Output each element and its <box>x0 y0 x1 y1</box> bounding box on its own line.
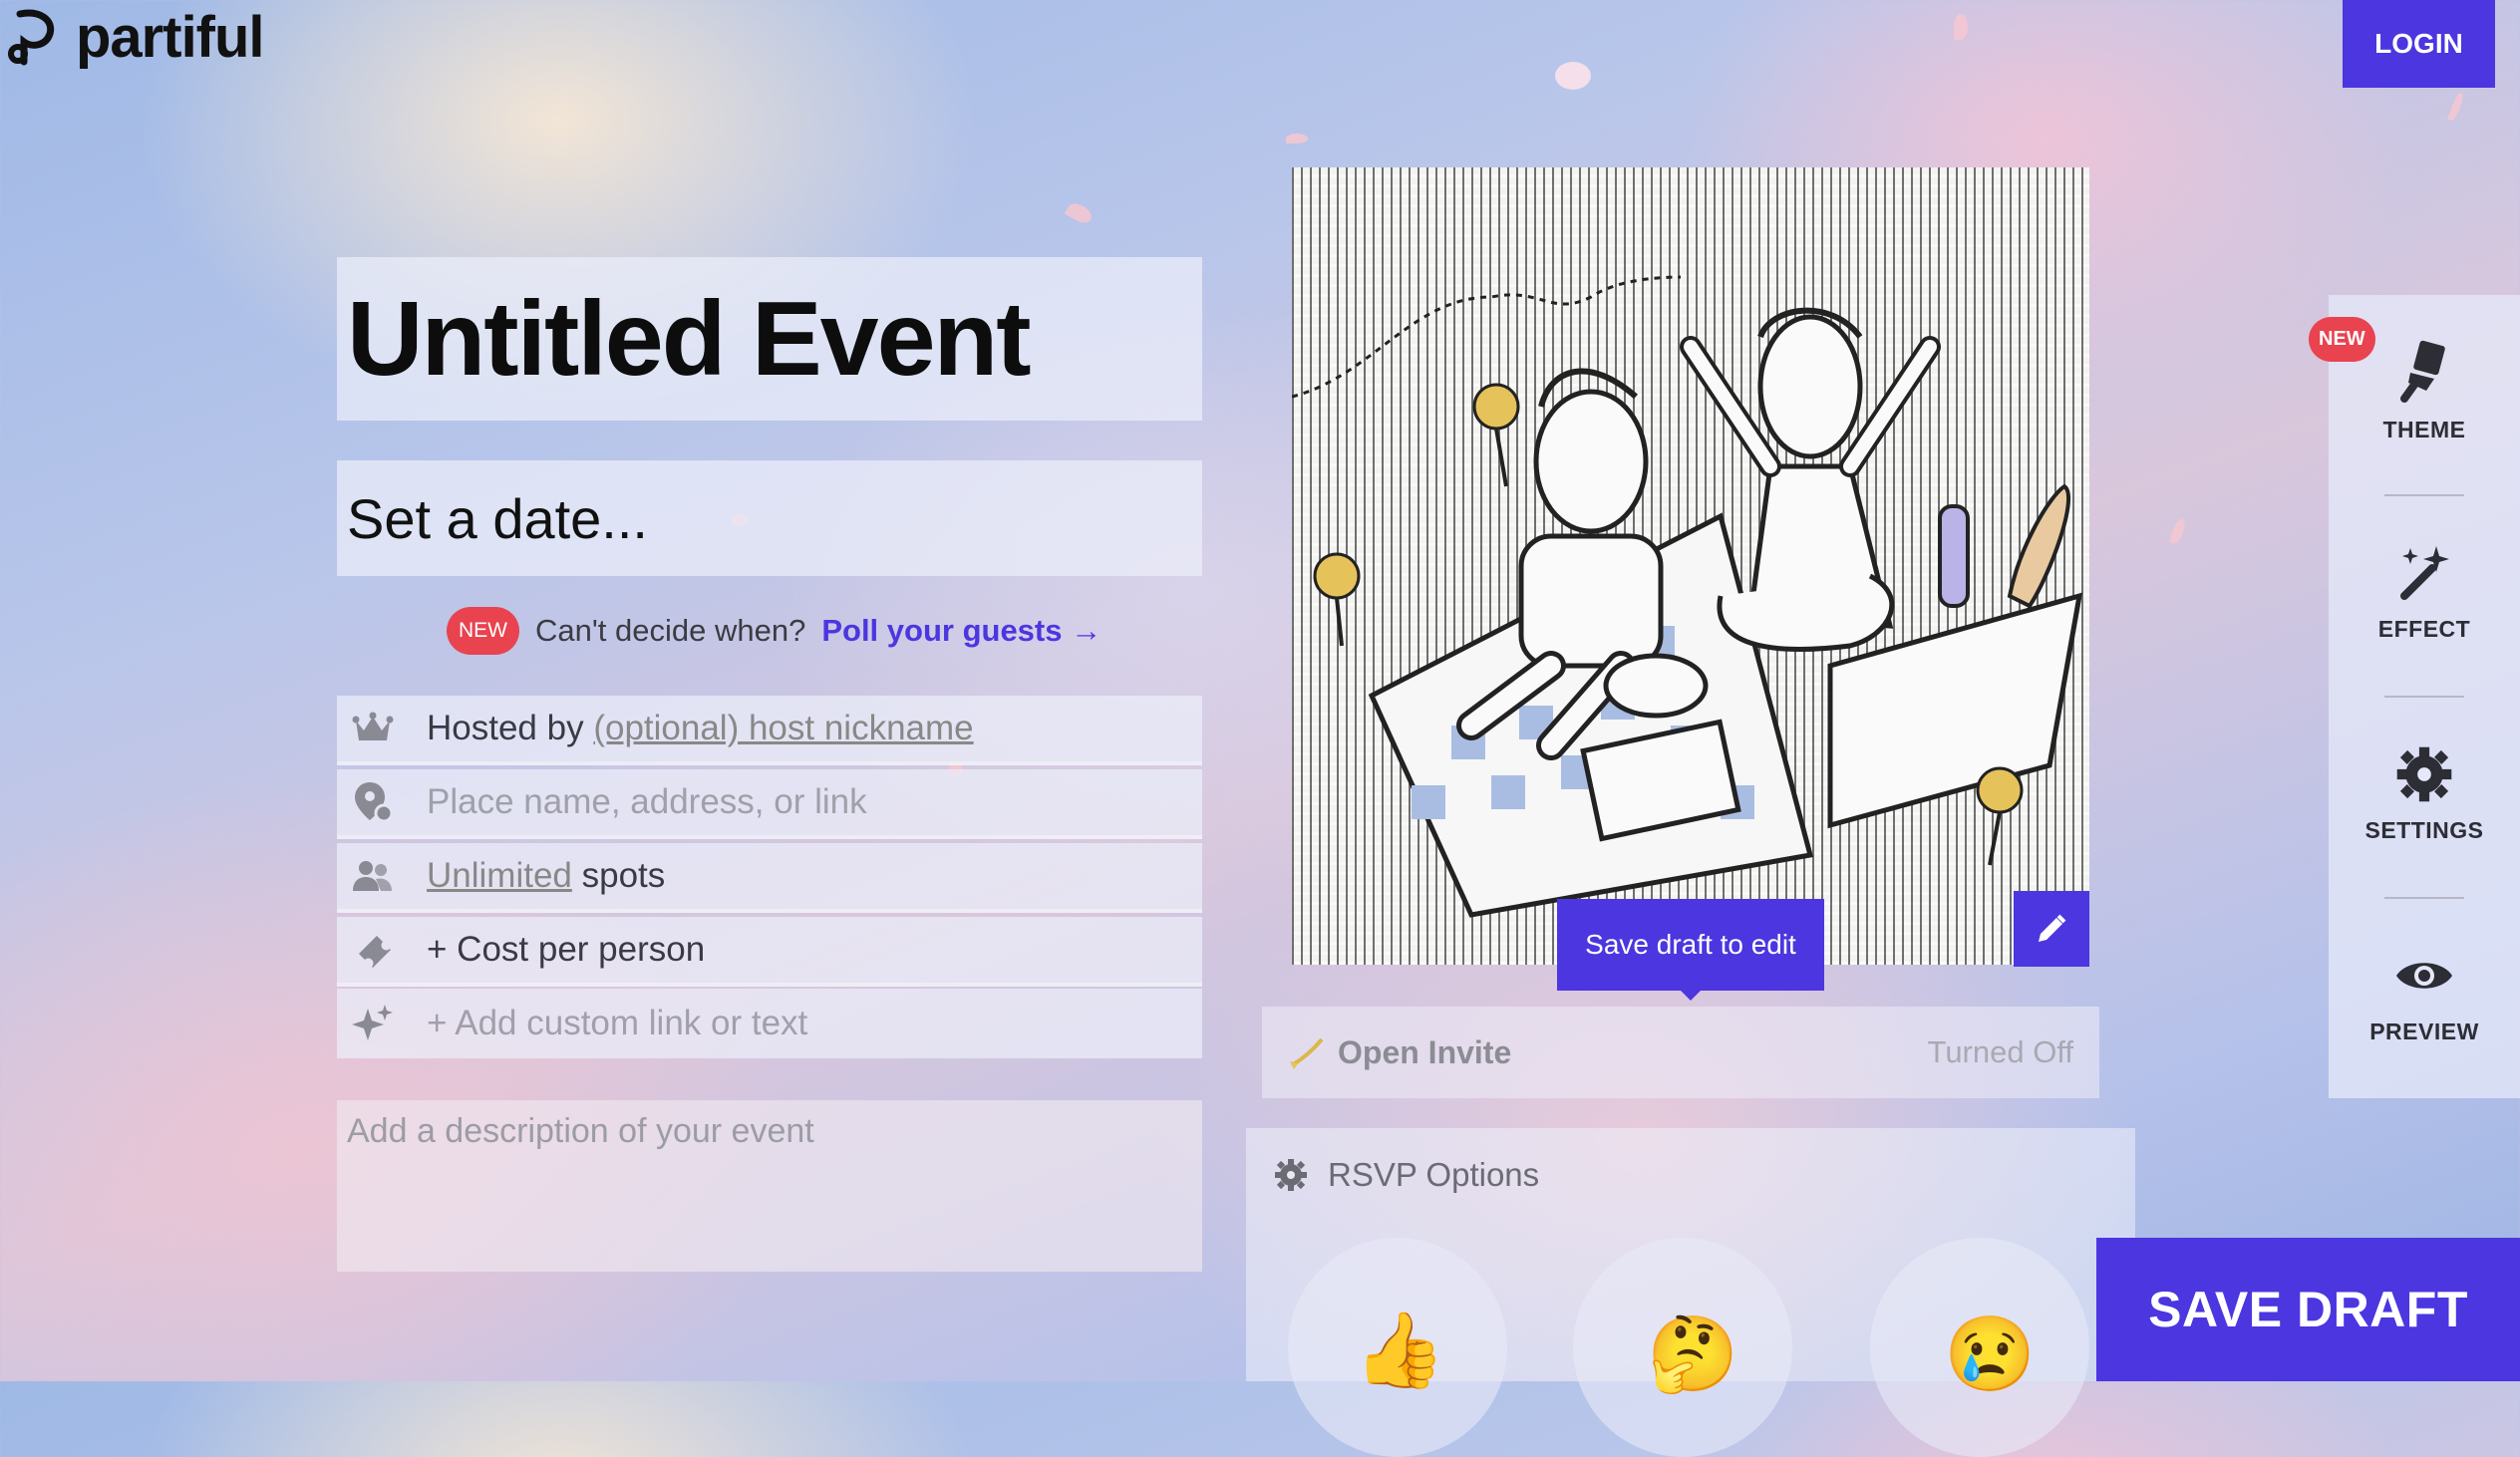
spots-limit-value[interactable]: Unlimited <box>427 856 572 895</box>
sad-face-icon: 😢 <box>1944 1312 2037 1395</box>
gear-icon <box>2396 746 2452 802</box>
save-draft-tooltip: Save draft to edit <box>1557 899 1824 991</box>
spots-label: spots <box>581 856 666 895</box>
edit-image-button[interactable] <box>2014 891 2089 967</box>
picnic-illustration <box>1292 275 2083 918</box>
brand-name: partiful <box>76 5 265 70</box>
paintbrush-icon <box>2400 340 2445 403</box>
custom-link-field[interactable]: + Add custom link or text <box>337 989 1202 1058</box>
open-invite-toggle[interactable]: Open Invite Turned Off <box>1262 1007 2099 1098</box>
spots-field[interactable]: Unlimited spots <box>337 843 1202 913</box>
pencil-icon <box>2039 914 2066 942</box>
sidebar-divider <box>2384 494 2464 496</box>
sidebar-item-preview[interactable]: PREVIEW <box>2329 947 2520 1045</box>
petal-decoration <box>2168 517 2188 545</box>
poll-question: Can't decide when? <box>535 613 806 648</box>
brand-logo[interactable]: partiful <box>6 4 265 71</box>
new-badge: NEW <box>447 607 519 655</box>
event-cover-image <box>1292 167 2089 965</box>
petal-decoration <box>1286 134 1308 144</box>
petal-decoration <box>2447 91 2465 123</box>
sidebar-divider <box>2384 696 2464 698</box>
location-pin-icon <box>349 778 397 826</box>
poll-row: NEW Can't decide when? Poll your guests … <box>447 606 1102 656</box>
petal-decoration <box>1064 199 1096 227</box>
magic-wand-icon <box>2400 546 2449 600</box>
crown-icon <box>349 705 397 752</box>
description-field[interactable]: Add a description of your event <box>337 1100 1202 1272</box>
custom-link-button: + Add custom link or text <box>427 1004 808 1042</box>
open-invite-status: Turned Off <box>1927 1034 2073 1069</box>
sidebar-item-effect[interactable]: EFFECT <box>2329 542 2520 643</box>
description-placeholder: Add a description of your event <box>347 1112 814 1150</box>
thinking-face-icon: 🤔 <box>1647 1312 1739 1395</box>
sidebar-item-settings[interactable]: SETTINGS <box>2329 745 2520 844</box>
eye-icon <box>2396 963 2452 989</box>
save-draft-button[interactable]: SAVE DRAFT <box>2096 1238 2520 1381</box>
ticket-icon <box>349 926 397 974</box>
sparkles-icon <box>349 1000 397 1047</box>
thumbs-up-icon: 👍 <box>1354 1309 1446 1391</box>
rsvp-options-title: RSVP Options <box>1328 1156 1540 1193</box>
partiful-logo-icon <box>8 9 55 65</box>
shooting-star-icon <box>1290 1037 1324 1069</box>
event-title-field[interactable]: Untitled Event <box>337 257 1202 421</box>
cost-field[interactable]: + Cost per person <box>337 917 1202 987</box>
login-button[interactable]: LOGIN <box>2343 0 2495 88</box>
sidebar-item-label: EFFECT <box>2377 616 2471 642</box>
customize-sidebar: THEME EFFECT SETTINGS PREVIEW <box>2329 295 2520 1098</box>
host-field[interactable]: Hosted by (optional) host nickname <box>337 696 1202 765</box>
location-field[interactable]: Place name, address, or link <box>337 769 1202 839</box>
location-input: Place name, address, or link <box>427 782 867 821</box>
theme-new-badge: NEW <box>2309 317 2375 362</box>
sidebar-item-label: SETTINGS <box>2364 817 2484 843</box>
tooltip-arrow <box>1679 989 1703 1001</box>
sidebar-item-label: PREVIEW <box>2369 1019 2479 1044</box>
rsvp-options-panel: RSVP Options 👍 🤔 😢 <box>1246 1128 2135 1457</box>
gear-icon <box>1275 1159 1307 1191</box>
host-nickname-input[interactable]: (optional) host nickname <box>593 709 973 747</box>
event-title: Untitled Event <box>347 279 1032 398</box>
petal-decoration <box>1954 14 1968 40</box>
poll-guests-link[interactable]: Poll your guests → <box>821 613 1102 649</box>
date-field[interactable]: Set a date... <box>337 460 1202 576</box>
petal-decoration <box>1555 62 1591 90</box>
sidebar-divider <box>2384 897 2464 899</box>
open-invite-label: Open Invite <box>1338 1033 1512 1070</box>
hosted-by-label: Hosted by <box>427 709 584 747</box>
sidebar-item-label: THEME <box>2382 417 2466 442</box>
date-placeholder: Set a date... <box>347 486 648 550</box>
people-icon <box>349 852 397 900</box>
cost-per-person-button: + Cost per person <box>427 930 706 969</box>
